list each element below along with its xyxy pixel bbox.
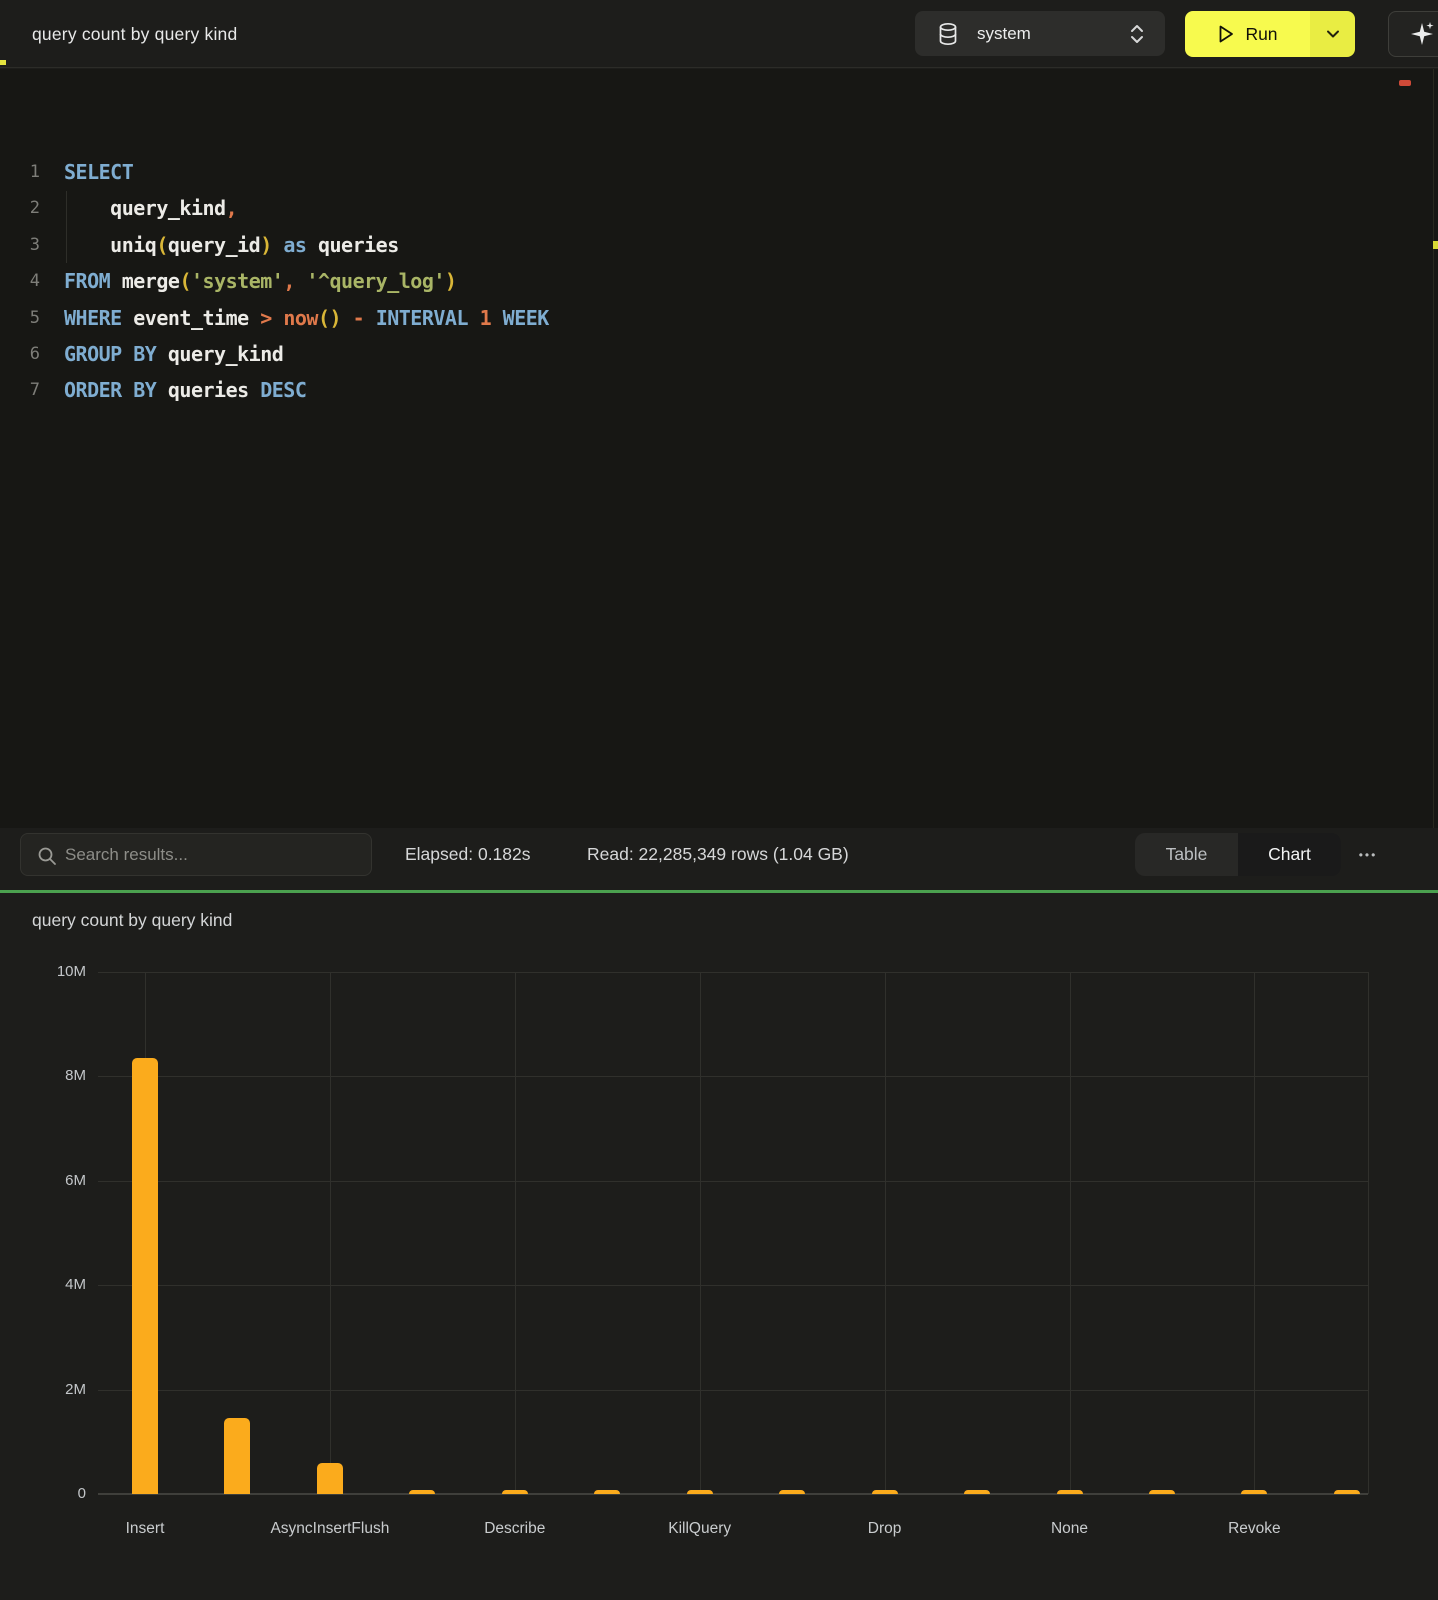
line-number: 7 [0,372,40,408]
y-tick-label: 10M [16,963,86,980]
gridline-v [700,972,701,1494]
line-number: 2 [0,190,40,226]
bar-None [1057,1490,1083,1494]
bar-unlabeled [224,1418,250,1494]
gridline-v [885,972,886,1494]
editor-scrollbar[interactable] [1433,69,1434,828]
code-line: SELECT [64,154,1418,190]
view-toggle: Table Chart [1135,833,1341,876]
bar-Revoke [1241,1490,1267,1494]
x-tick-label: Describe [484,1520,545,1538]
line-number: 6 [0,336,40,372]
run-button-main[interactable]: Run [1185,11,1310,57]
gridline-v [330,972,331,1494]
elapsed-stat: Elapsed: 0.182s [405,828,531,880]
editor-code[interactable]: SELECT query_kind, uniq(query_id) as que… [64,69,1418,409]
ai-assistant-button[interactable] [1388,11,1438,57]
gridline-v [515,972,516,1494]
code-line: query_kind, [64,190,1418,226]
gridline-v [1070,972,1071,1494]
bar-unlabeled [1334,1490,1360,1494]
bar-unlabeled [594,1490,620,1494]
x-tick-label: Revoke [1228,1520,1281,1538]
gridline-h [98,1076,1368,1077]
x-tick-label: AsyncInsertFlush [270,1520,389,1538]
chart-title: query count by query kind [32,910,232,931]
code-line: uniq(query_id) as queries [64,227,1418,263]
x-tick-label: Insert [126,1520,165,1538]
y-tick-label: 2M [16,1381,86,1398]
results-toolbar: Elapsed: 0.182s Read: 22,285,349 rows (1… [0,828,1438,890]
search-input[interactable] [65,834,365,875]
tab-table[interactable]: Table [1135,833,1238,876]
sparkle-icon [1409,21,1435,47]
overview-marker-red [1399,80,1411,86]
y-tick-label: 4M [16,1276,86,1293]
more-options-button[interactable]: ••• [1350,840,1386,870]
bar-AsyncInsertFlush [317,1463,343,1494]
page-title: query count by query kind [32,0,237,68]
tab-chart[interactable]: Chart [1238,833,1341,876]
run-options-button[interactable] [1310,11,1355,57]
bar-unlabeled [1149,1490,1175,1494]
bar-KillQuery [687,1490,713,1494]
gridline-h [98,1285,1368,1286]
run-button[interactable]: Run [1185,11,1355,57]
gridline-v-edge [1368,972,1369,1494]
database-icon [937,22,959,46]
y-tick-label: 6M [16,1172,86,1189]
x-tick-label: Drop [868,1520,902,1538]
line-number: 5 [0,300,40,336]
code-line: ORDER BY queries DESC [64,372,1418,408]
bar-chart-plot: 02M4M6M8M10MInsertAsyncInsertFlushDescri… [98,972,1368,1494]
chevron-updown-icon [1129,23,1145,45]
header: query count by query kind system Run [0,0,1438,68]
chevron-down-icon [1326,29,1340,39]
bar-unlabeled [964,1490,990,1494]
line-number: 3 [0,227,40,263]
database-value: system [977,24,1031,44]
run-button-label: Run [1245,24,1277,45]
x-tick-label: None [1051,1520,1088,1538]
y-tick-label: 0 [16,1485,86,1502]
search-box [20,833,372,876]
search-icon [37,846,57,866]
gridline-h [98,1390,1368,1391]
chart-panel: query count by query kind 02M4M6M8M10MIn… [0,893,1438,1600]
gridline-h [98,1181,1368,1182]
gridline-h [98,972,1368,973]
bar-Insert [132,1058,158,1494]
y-tick-label: 8M [16,1067,86,1084]
x-tick-label: KillQuery [668,1520,731,1538]
play-icon [1217,24,1235,44]
bar-Describe [502,1490,528,1494]
sql-editor[interactable]: 1234567 SELECT query_kind, uniq(query_id… [0,69,1438,828]
code-line: FROM merge('system', '^query_log') [64,263,1418,299]
x-axis-line [98,1493,1368,1495]
cursor-tick [0,60,6,65]
code-line: WHERE event_time > now() - INTERVAL 1 WE… [64,300,1418,336]
database-selector[interactable]: system [915,11,1165,56]
line-number: 1 [0,154,40,190]
bar-Drop [872,1490,898,1494]
code-line: GROUP BY query_kind [64,336,1418,372]
bar-unlabeled [409,1490,435,1494]
overview-marker-yellow [1433,241,1438,249]
gridline-v [1254,972,1255,1494]
line-number: 4 [0,263,40,299]
bar-unlabeled [779,1490,805,1494]
read-stat: Read: 22,285,349 rows (1.04 GB) [587,828,849,880]
editor-gutter: 1234567 [0,69,40,409]
